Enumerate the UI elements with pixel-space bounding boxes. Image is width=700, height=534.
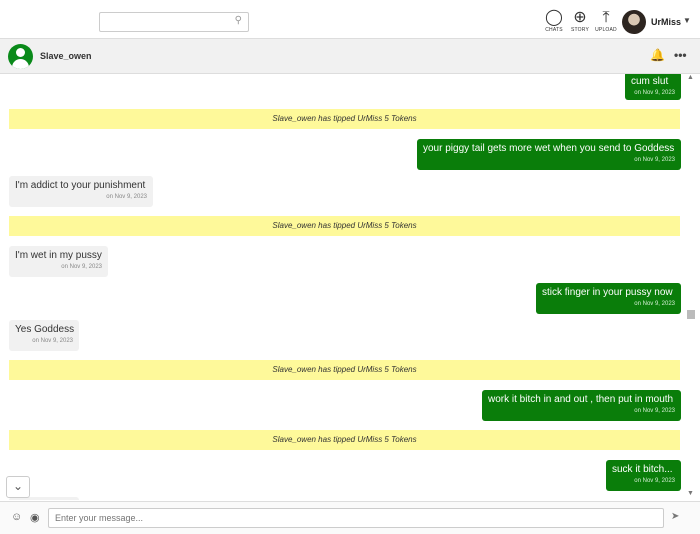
message-outgoing: cum slut on Nov 9, 2023 — [625, 74, 681, 100]
scroll-up-arrow-icon[interactable]: ▲ — [687, 74, 694, 81]
message-text: cum slut — [631, 76, 669, 87]
tip-notice: Slave_owen has tipped UrMiss 5 Tokens — [9, 109, 680, 129]
username[interactable]: UrMiss — [651, 17, 681, 27]
message-date: on Nov 9, 2023 — [61, 264, 102, 270]
message-date: on Nov 9, 2023 — [634, 301, 675, 307]
emoji-icon[interactable]: ☺ — [11, 511, 22, 523]
message-input[interactable] — [48, 508, 664, 528]
chat-header: Slave_owen 🔔 ••• — [0, 39, 700, 74]
message-outgoing: suck it bitch... on Nov 9, 2023 — [606, 460, 681, 491]
message-text: suck it bitch... — [612, 464, 673, 475]
message-date: on Nov 9, 2023 — [32, 338, 73, 344]
message-text: stick finger in your pussy now — [542, 287, 673, 298]
message-composer: ☺ ◉ ➤ — [0, 501, 700, 534]
more-options-icon[interactable]: ••• — [674, 48, 687, 62]
message-incoming: I'm addict to your punishment on Nov 9, … — [9, 176, 153, 207]
message-date: on Nov 9, 2023 — [106, 194, 147, 200]
upload-button[interactable]: ⤒ UPLOAD — [591, 9, 621, 33]
avatar[interactable] — [622, 10, 646, 34]
camera-icon[interactable]: ◉ — [30, 511, 40, 524]
scrollbar[interactable]: ▲ ▼ — [686, 74, 696, 500]
caret-down-icon[interactable]: ▼ — [683, 16, 691, 25]
bell-icon[interactable]: 🔔 — [650, 48, 665, 62]
contact-name[interactable]: Slave_owen — [40, 51, 92, 61]
scrollbar-thumb[interactable] — [687, 310, 695, 319]
message-date: on Nov 9, 2023 — [634, 408, 675, 414]
user-icon-head — [16, 48, 25, 57]
top-bar: ⚲ ◯ CHATS ⊕ STORY ⤒ UPLOAD UrMiss ▼ — [0, 0, 700, 39]
user-icon-body — [12, 59, 29, 69]
message-list[interactable]: cum slut on Nov 9, 2023 Slave_owen has t… — [0, 74, 684, 500]
message-text: work it bitch in and out , then put in m… — [488, 394, 674, 405]
scroll-down-arrow-icon[interactable]: ▼ — [687, 490, 694, 497]
message-text: your piggy tail gets more wet when you s… — [423, 143, 675, 154]
message-text: I'm wet in my pussy — [15, 250, 102, 261]
tip-notice: Slave_owen has tipped UrMiss 5 Tokens — [9, 216, 680, 236]
search-icon[interactable]: ⚲ — [235, 15, 242, 26]
search-input[interactable]: ⚲ — [99, 12, 249, 32]
message-outgoing: work it bitch in and out , then put in m… — [482, 390, 681, 421]
tip-notice: Slave_owen has tipped UrMiss 5 Tokens — [9, 360, 680, 380]
upload-icon: ⤒ — [602, 9, 610, 26]
message-date: on Nov 9, 2023 — [634, 478, 675, 484]
tip-notice: Slave_owen has tipped UrMiss 5 Tokens — [9, 430, 680, 450]
contact-avatar[interactable] — [8, 44, 33, 69]
send-icon[interactable]: ➤ — [671, 511, 679, 522]
message-text: I'm addict to your punishment — [15, 180, 146, 191]
scroll-to-bottom-button[interactable]: ⌄ — [6, 476, 30, 498]
message-text: Yes Goddess — [15, 324, 75, 335]
message-date: on Nov 9, 2023 — [634, 90, 675, 96]
upload-label: UPLOAD — [595, 27, 617, 33]
message-incoming: I'm wet in my pussy on Nov 9, 2023 — [9, 246, 108, 277]
message-incoming: Yes Goddess on Nov 9, 2023 — [9, 320, 79, 351]
message-outgoing: stick finger in your pussy now on Nov 9,… — [536, 283, 681, 314]
message-outgoing: your piggy tail gets more wet when you s… — [417, 139, 681, 170]
message-date: on Nov 9, 2023 — [634, 157, 675, 163]
chevron-down-icon: ⌄ — [12, 479, 24, 493]
